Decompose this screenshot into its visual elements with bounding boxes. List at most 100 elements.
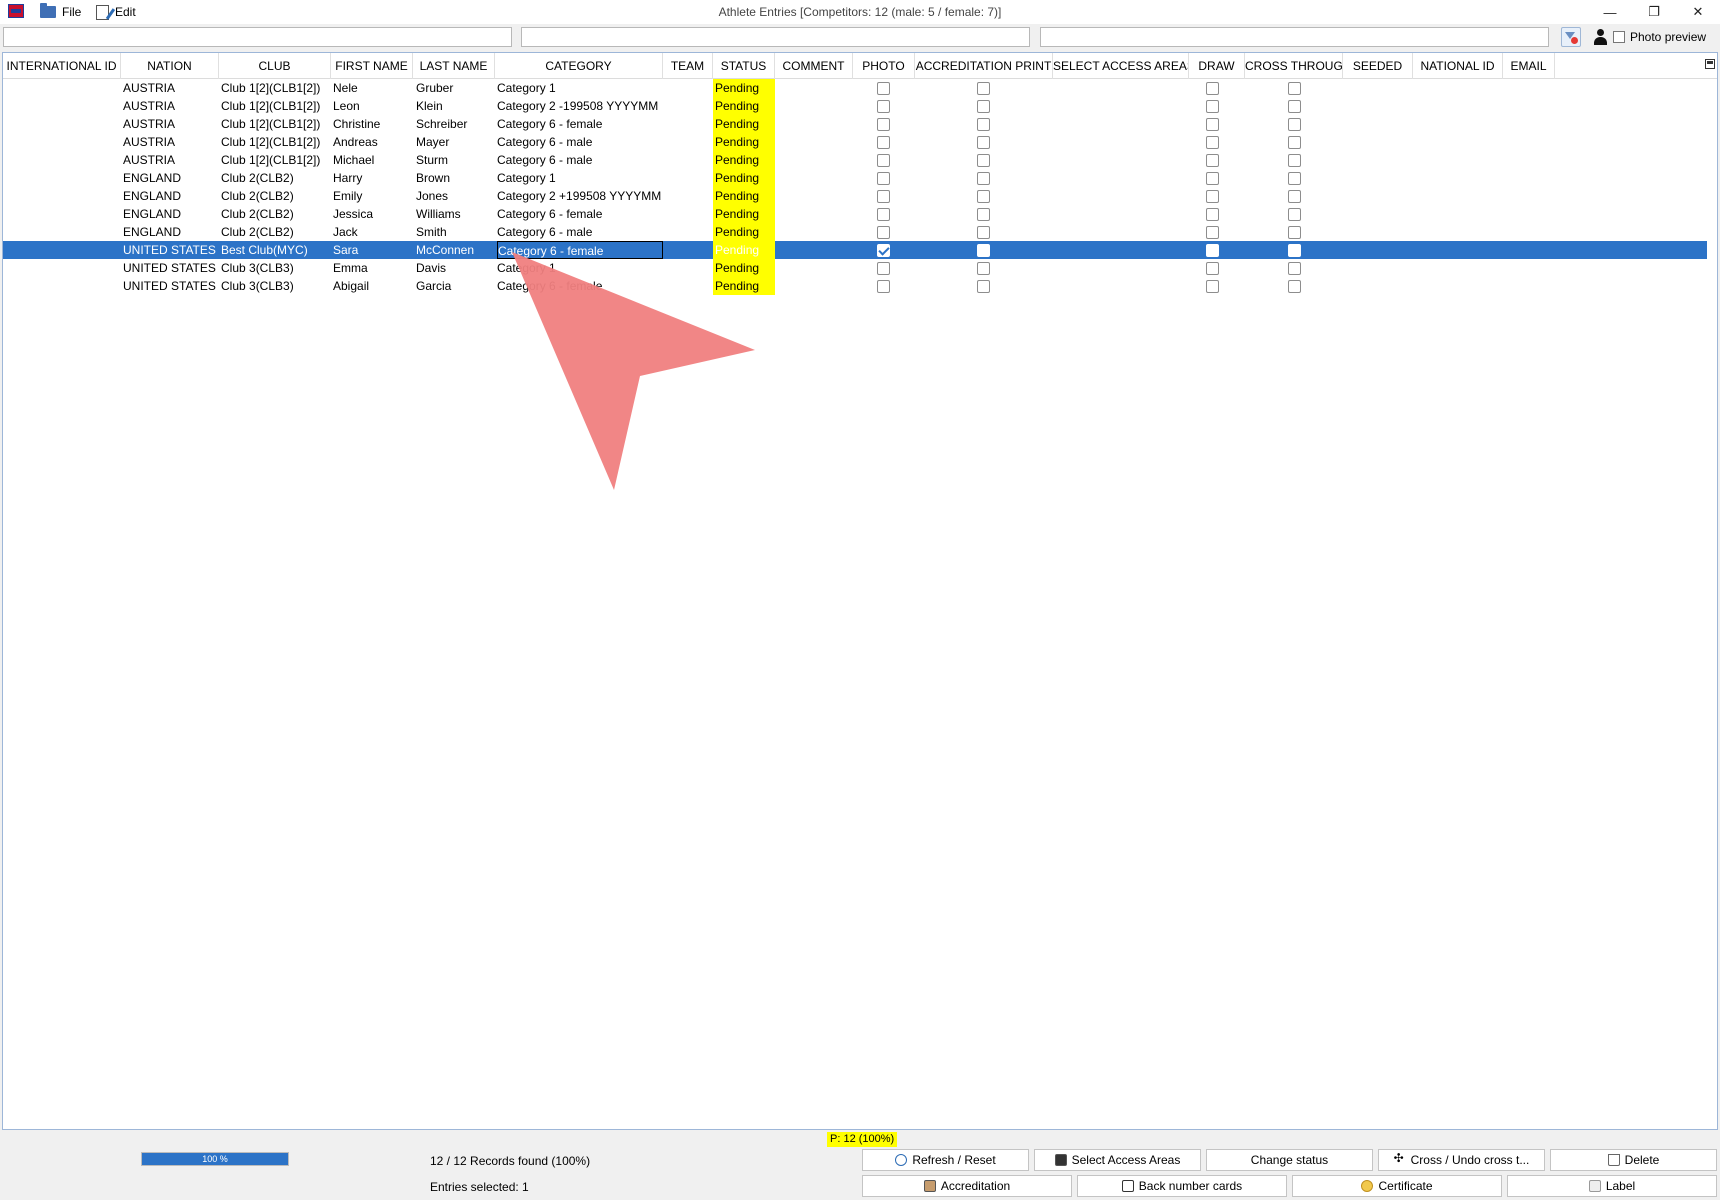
restore-button[interactable]: ❐ (1632, 0, 1676, 24)
certificate-button[interactable]: Certificate (1292, 1175, 1502, 1197)
table-row[interactable]: AUSTRIA Club 1[2](CLB1[2]) Christine Schrei… (3, 115, 1707, 133)
nation-cell[interactable]: UNITED STATES (123, 259, 219, 277)
status-cell[interactable]: Pending (713, 223, 775, 241)
accreditation-print-checkbox[interactable] (977, 154, 990, 167)
column-header[interactable]: FIRST NAME (331, 53, 413, 79)
category-cell[interactable]: Category 6 - female (497, 205, 663, 223)
minimize-button[interactable]: — (1588, 0, 1632, 24)
accreditation-print-checkbox[interactable] (977, 100, 990, 113)
category-cell[interactable]: Category 1 (497, 259, 663, 277)
category-cell[interactable]: Category 2 +199508 YYYYMM (497, 187, 663, 205)
first-name-cell[interactable]: Sara (333, 241, 413, 259)
table-row[interactable]: ENGLAND Club 2(CLB2) Emily Jones Category 2 … (3, 187, 1707, 205)
column-chooser-icon[interactable] (1705, 59, 1715, 69)
draw-checkbox[interactable] (1206, 262, 1219, 275)
column-header[interactable]: COMMENT (775, 53, 853, 79)
club-cell[interactable]: Club 3(CLB3) (221, 277, 331, 295)
back-number-cards-button[interactable]: Back number cards (1077, 1175, 1287, 1197)
table-row[interactable]: ENGLAND Club 2(CLB2) Jessica Williams Catego… (3, 205, 1707, 223)
accreditation-print-checkbox[interactable] (977, 208, 990, 221)
column-header[interactable]: TEAM (663, 53, 713, 79)
change-status-button[interactable]: Change status (1206, 1149, 1373, 1171)
cross-through-checkbox[interactable] (1288, 100, 1301, 113)
first-name-cell[interactable]: Leon (333, 97, 413, 115)
table-row[interactable]: AUSTRIA Club 1[2](CLB1[2]) Nele Gruber Categ… (3, 79, 1707, 97)
draw-checkbox[interactable] (1206, 190, 1219, 203)
accreditation-print-checkbox[interactable] (977, 244, 990, 257)
column-header[interactable]: CROSS THROUGH (1245, 53, 1343, 79)
last-name-cell[interactable]: Smith (416, 223, 496, 241)
clear-filter-button[interactable] (1561, 27, 1581, 47)
category-cell[interactable]: Category 6 - male (497, 151, 663, 169)
accreditation-print-checkbox[interactable] (977, 82, 990, 95)
nation-cell[interactable]: AUSTRIA (123, 97, 219, 115)
column-header[interactable]: INTERNATIONAL ID (3, 53, 121, 79)
category-cell[interactable]: Category 6 - male (497, 133, 663, 151)
accreditation-print-checkbox[interactable] (977, 280, 990, 293)
accreditation-print-checkbox[interactable] (977, 118, 990, 131)
cross-through-checkbox[interactable] (1288, 136, 1301, 149)
entries-grid[interactable]: INTERNATIONAL ID NATION CLUB FIRST NAME LAST… (2, 52, 1718, 1130)
photo-checkbox[interactable] (877, 208, 890, 221)
category-cell[interactable]: Category 6 - female (497, 277, 663, 295)
first-name-cell[interactable]: Emily (333, 187, 413, 205)
menu-file[interactable]: File (40, 3, 81, 21)
photo-checkbox[interactable] (877, 172, 890, 185)
last-name-cell[interactable]: Jones (416, 187, 496, 205)
delete-button[interactable]: Delete (1550, 1149, 1717, 1171)
column-header[interactable]: SEEDED (1343, 53, 1413, 79)
column-header[interactable]: NATION (121, 53, 219, 79)
cross-through-checkbox[interactable] (1288, 226, 1301, 239)
status-cell[interactable]: Pending (713, 169, 775, 187)
table-row[interactable]: ENGLAND Club 2(CLB2) Harry Brown Category 1 P… (3, 169, 1707, 187)
first-name-cell[interactable]: Andreas (333, 133, 413, 151)
accreditation-print-checkbox[interactable] (977, 172, 990, 185)
column-header[interactable]: ACCREDITATION PRINT (915, 53, 1053, 79)
table-row[interactable]: UNITED STATES Club 3(CLB3) Abigail Garcia Ca… (3, 277, 1707, 295)
last-name-cell[interactable]: Williams (416, 205, 496, 223)
nation-cell[interactable]: AUSTRIA (123, 79, 219, 97)
column-header[interactable]: EMAIL (1503, 53, 1555, 79)
cross-through-checkbox[interactable] (1288, 172, 1301, 185)
table-row[interactable]: UNITED STATES Best Club(MYC) Sara McConnen C… (3, 241, 1707, 259)
menu-edit[interactable]: Edit (96, 3, 136, 21)
column-header[interactable]: SELECT ACCESS AREAS (1053, 53, 1189, 79)
last-name-cell[interactable]: Garcia (416, 277, 496, 295)
table-row[interactable]: AUSTRIA Club 1[2](CLB1[2]) Leon Klein Catego… (3, 97, 1707, 115)
status-cell[interactable]: Pending (713, 151, 775, 169)
refresh-reset-button[interactable]: Refresh / Reset (862, 1149, 1029, 1171)
club-cell[interactable]: Club 1[2](CLB1[2]) (221, 97, 331, 115)
accreditation-print-checkbox[interactable] (977, 262, 990, 275)
club-cell[interactable]: Club 1[2](CLB1[2]) (221, 115, 331, 133)
last-name-cell[interactable]: Klein (416, 97, 496, 115)
photo-preview-checkbox[interactable] (1613, 31, 1625, 43)
nation-cell[interactable]: AUSTRIA (123, 133, 219, 151)
column-header[interactable]: STATUS (713, 53, 775, 79)
column-header[interactable]: DRAW (1189, 53, 1245, 79)
status-cell[interactable]: Pending (713, 97, 775, 115)
label-button[interactable]: Label (1507, 1175, 1717, 1197)
draw-checkbox[interactable] (1206, 226, 1219, 239)
photo-checkbox[interactable] (877, 118, 890, 131)
nation-cell[interactable]: UNITED STATES (123, 241, 219, 259)
photo-checkbox[interactable] (877, 154, 890, 167)
status-cell[interactable]: Pending (713, 205, 775, 223)
club-cell[interactable]: Club 2(CLB2) (221, 205, 331, 223)
first-name-cell[interactable]: Christine (333, 115, 413, 133)
first-name-cell[interactable]: Jessica (333, 205, 413, 223)
nation-cell[interactable]: ENGLAND (123, 187, 219, 205)
status-cell[interactable]: Pending (713, 133, 775, 151)
last-name-cell[interactable]: Gruber (416, 79, 496, 97)
status-cell[interactable]: Pending (713, 241, 775, 259)
club-cell[interactable]: Club 3(CLB3) (221, 259, 331, 277)
first-name-cell[interactable]: Nele (333, 79, 413, 97)
status-cell[interactable]: Pending (713, 79, 775, 97)
cross-through-checkbox[interactable] (1288, 118, 1301, 131)
club-cell[interactable]: Club 1[2](CLB1[2]) (221, 133, 331, 151)
table-row[interactable]: ENGLAND Club 2(CLB2) Jack Smith Category 6 -… (3, 223, 1707, 241)
draw-checkbox[interactable] (1206, 100, 1219, 113)
first-name-cell[interactable]: Michael (333, 151, 413, 169)
last-name-cell[interactable]: Davis (416, 259, 496, 277)
photo-checkbox[interactable] (877, 262, 890, 275)
club-cell[interactable]: Club 1[2](CLB1[2]) (221, 79, 331, 97)
